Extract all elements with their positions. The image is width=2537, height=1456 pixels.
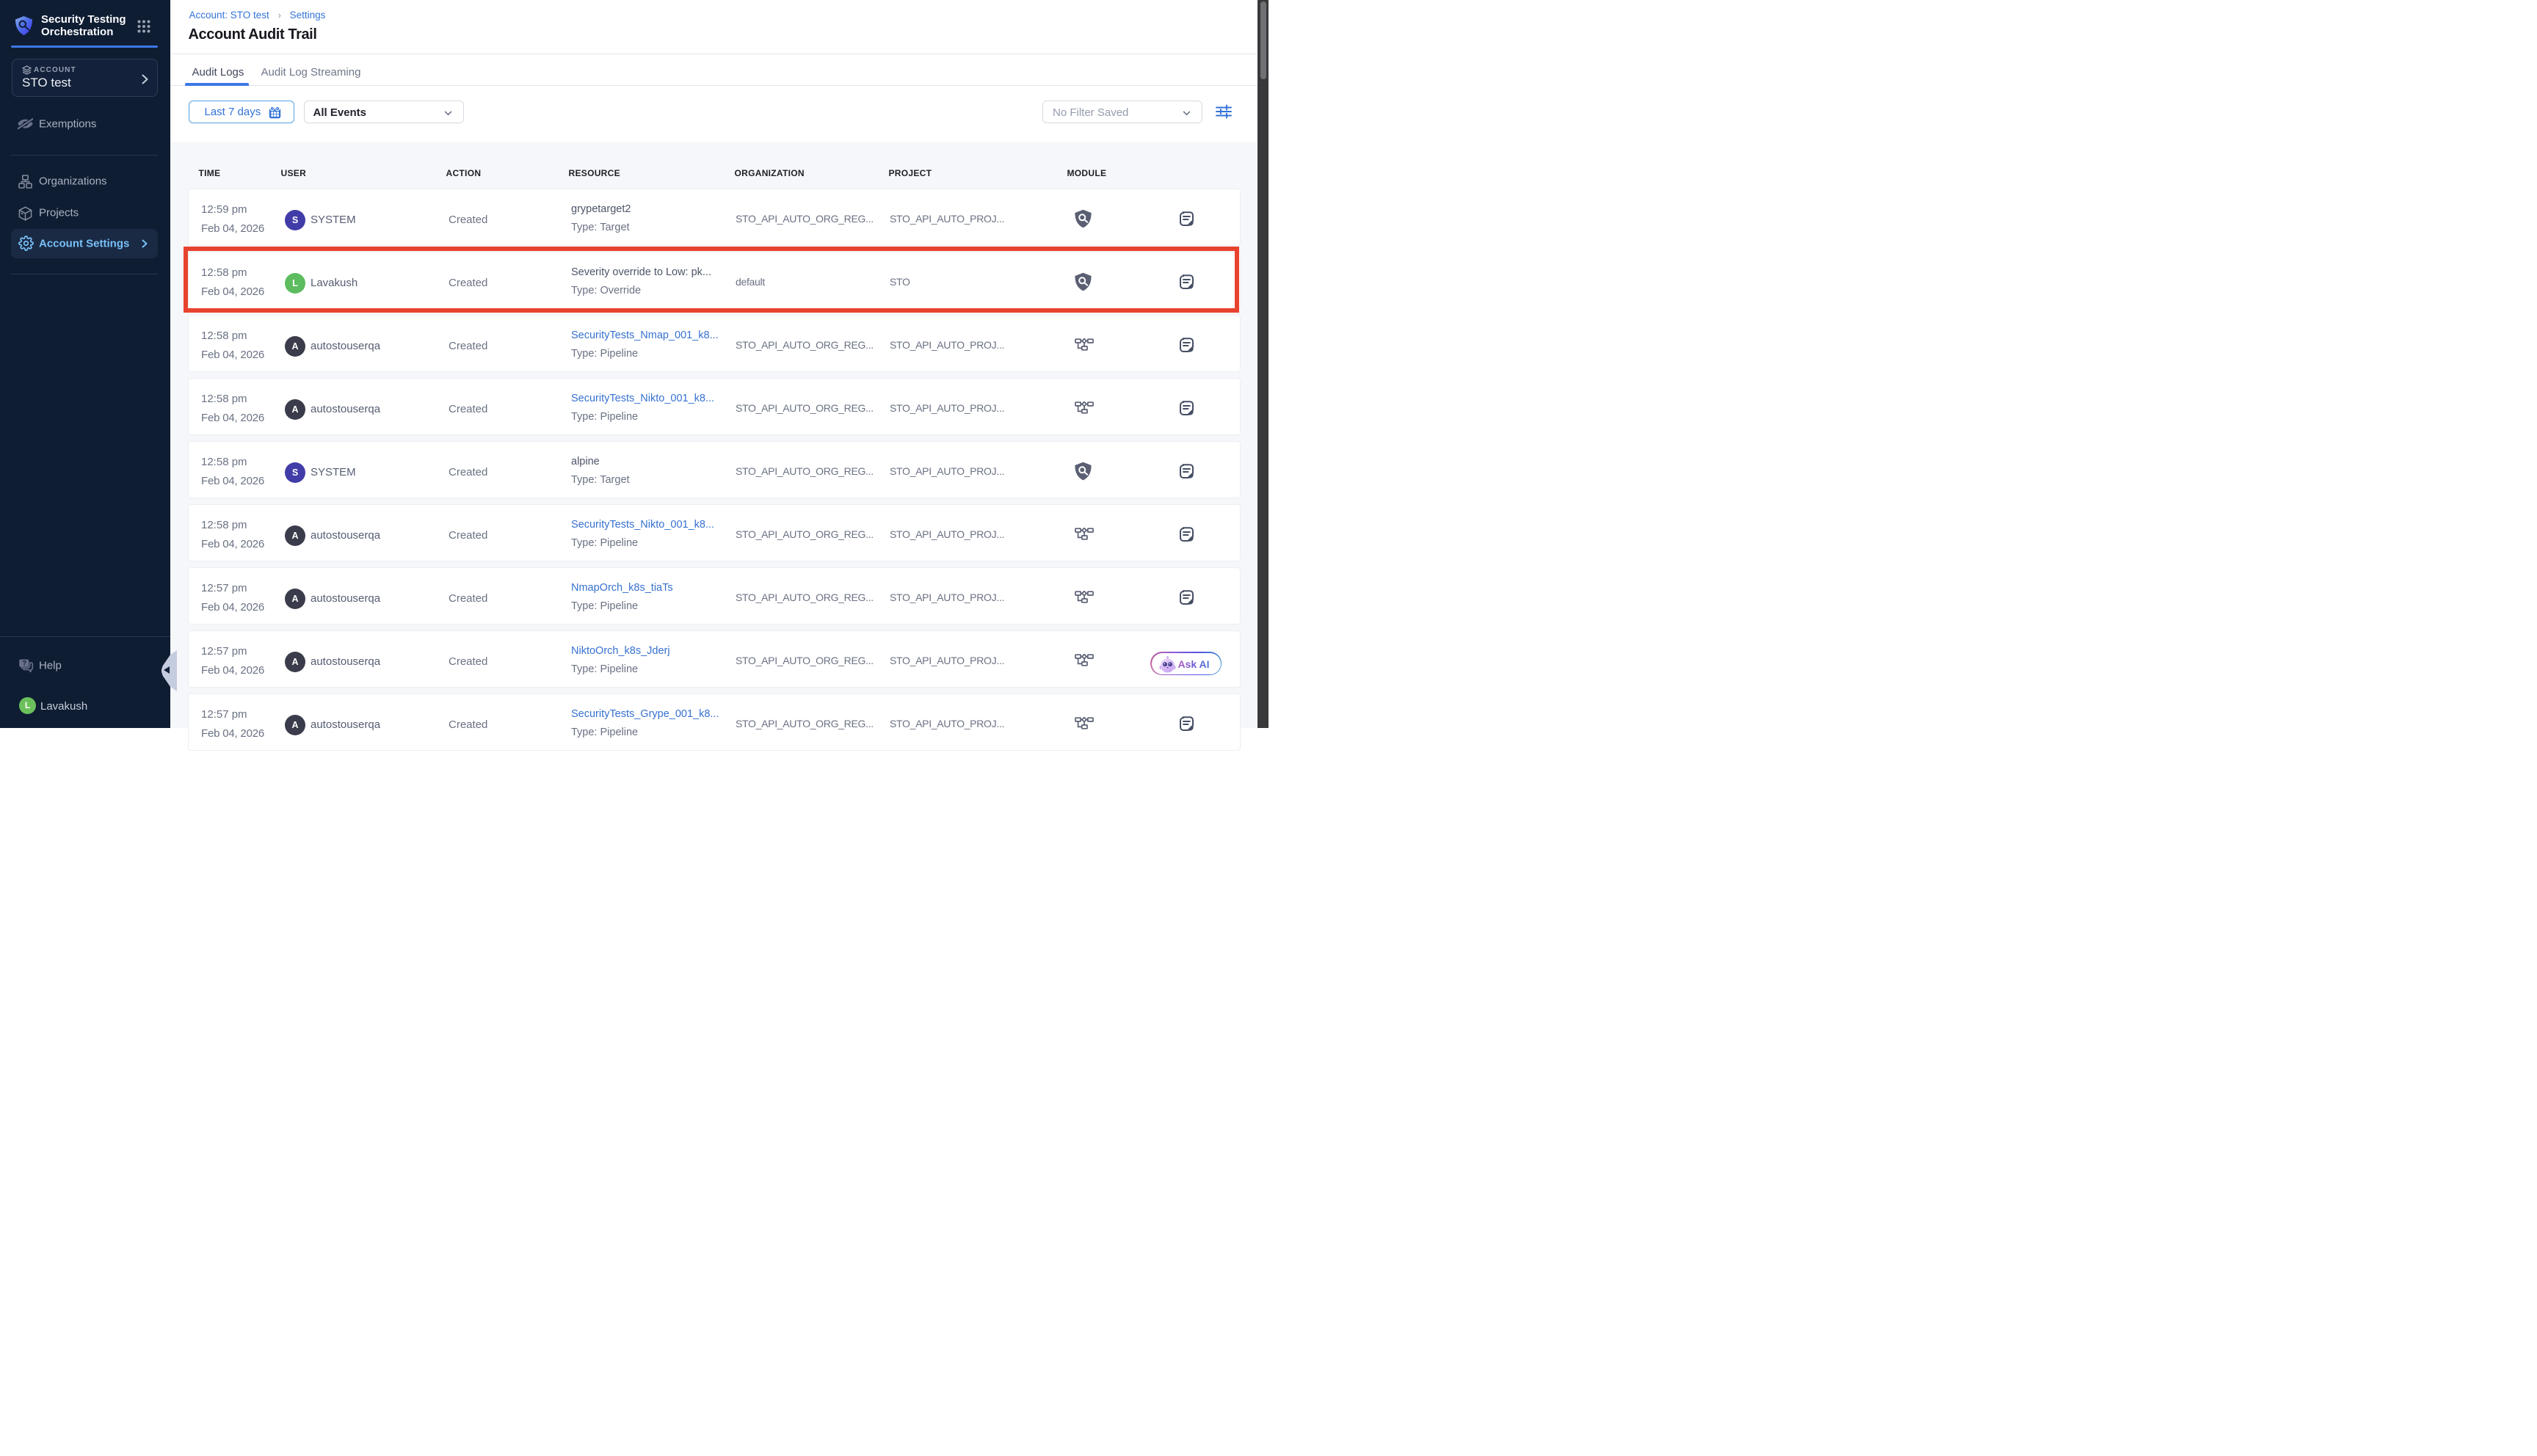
svg-text:?: ? bbox=[22, 660, 26, 668]
